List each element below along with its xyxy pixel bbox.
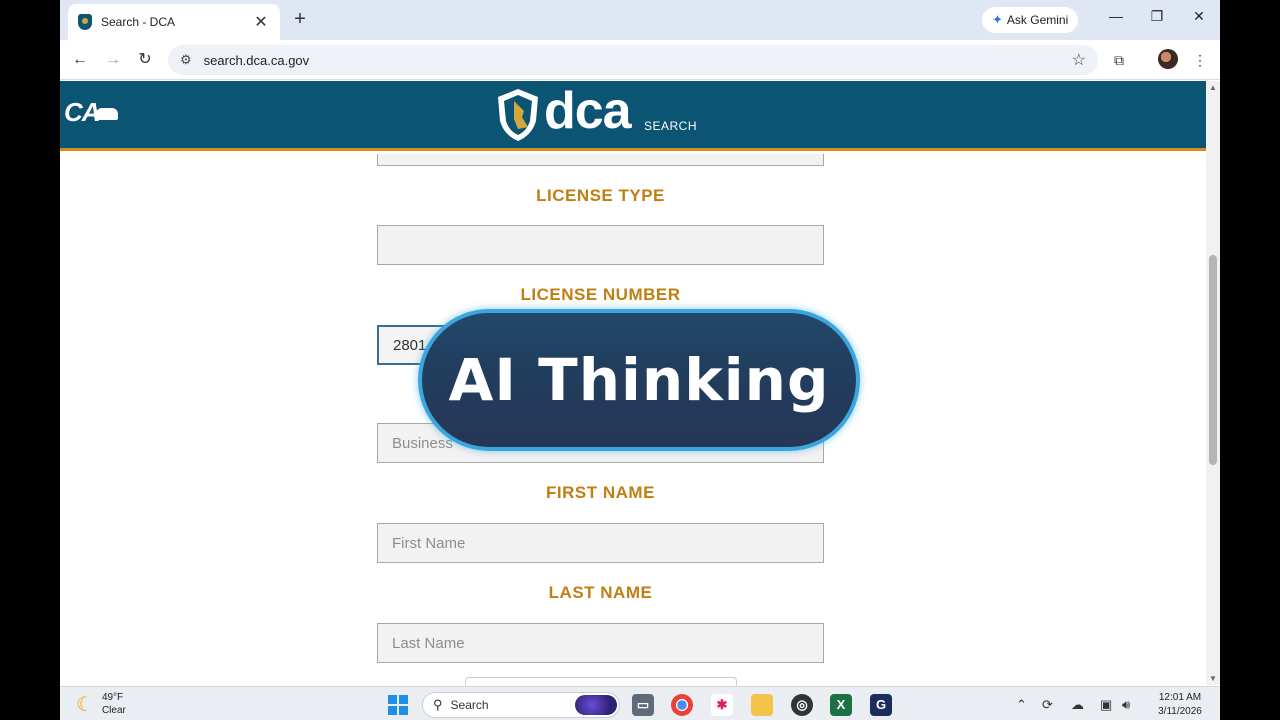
browser-toolbar: ← → ↻ ⚙ search.dca.ca.gov ☆ ⧉ ⋮	[60, 40, 1220, 80]
minimize-button[interactable]: —	[1104, 8, 1128, 24]
taskbar-search-label: Search	[450, 698, 489, 712]
network-icon[interactable]: ▣	[1100, 697, 1112, 713]
tab-title: Search - DCA	[101, 15, 176, 29]
ai-thinking-text: AI Thinking	[448, 346, 830, 414]
tray-chevron-up-icon[interactable]: ⌃	[1016, 697, 1027, 713]
site-settings-icon[interactable]: ⚙	[180, 52, 192, 68]
tab-close-icon[interactable]: ✕	[252, 12, 270, 32]
bear-icon	[95, 108, 118, 121]
scroll-down-icon[interactable]: ▼	[1209, 674, 1217, 683]
dca-shield-icon	[498, 89, 538, 141]
lens-search-icon[interactable]: ⧉	[1107, 48, 1131, 72]
ca-gov-logo[interactable]: CA	[64, 97, 118, 128]
dca-search-logo[interactable]: dca SEARCH	[494, 83, 714, 147]
first-name-label: FIRST NAME	[546, 483, 655, 502]
moon-icon: ☾	[76, 693, 94, 716]
clock-time: 12:01 AM	[1158, 692, 1202, 703]
dca-subtitle: SEARCH	[644, 119, 698, 133]
windows-start-icon[interactable]	[388, 695, 408, 715]
search-highlight-icon	[575, 695, 617, 715]
ask-gemini-button[interactable]: ✦ Ask Gemini	[982, 7, 1079, 33]
reload-icon[interactable]: ↻	[133, 48, 157, 72]
dca-wordmark: dca	[544, 82, 632, 140]
ai-thinking-overlay: AI Thinking	[418, 309, 860, 451]
folder-app-icon[interactable]	[751, 694, 773, 716]
close-window-button[interactable]: ✕	[1187, 8, 1211, 25]
file-explorer-app-icon[interactable]: ▭	[632, 694, 654, 716]
dca-header-bar: CA dca SEARCH	[60, 81, 1206, 151]
system-clock[interactable]: 12:01 AM 3/11/2026	[1150, 691, 1210, 719]
page-scrollbar[interactable]: ▲ ▼	[1206, 81, 1220, 685]
cloud-icon[interactable]: ☁	[1071, 697, 1084, 713]
scroll-up-icon[interactable]: ▲	[1209, 83, 1217, 92]
weather-widget[interactable]: ☾ 49°F Clear	[76, 691, 126, 717]
license-number-label: LICENSE NUMBER	[520, 285, 681, 304]
ca-logo-text: CA	[64, 97, 101, 127]
sync-icon[interactable]: ⟳	[1042, 697, 1053, 713]
restore-button[interactable]: ❐	[1145, 8, 1169, 25]
chrome-app-icon[interactable]	[671, 694, 693, 716]
volume-icon[interactable]: 🔊︎	[1122, 697, 1130, 713]
browser-tab[interactable]: Search - DCA ✕	[68, 4, 280, 40]
bookmark-star-icon[interactable]: ☆	[1072, 50, 1086, 70]
taskbar-search-box[interactable]: ⚲ Search	[422, 692, 620, 718]
kebab-menu-icon[interactable]: ⋮	[1188, 48, 1212, 72]
scrollbar-thumb[interactable]	[1209, 255, 1217, 465]
temperature-text: 49°F	[101, 692, 124, 703]
clock-date: 3/11/2026	[1158, 706, 1202, 717]
license-type-label: LICENSE TYPE	[536, 186, 665, 205]
search-submit-button[interactable]	[465, 677, 737, 686]
last-name-label: LAST NAME	[548, 583, 653, 602]
license-type-select[interactable]	[377, 225, 824, 265]
first-name-input[interactable]: First Name	[377, 523, 824, 563]
back-arrow-icon[interactable]: ←	[68, 48, 92, 72]
last-name-input[interactable]: Last Name	[377, 623, 824, 663]
url-text[interactable]: search.dca.ca.gov	[204, 53, 1072, 68]
previous-field-input[interactable]	[377, 154, 824, 166]
obs-app-icon[interactable]: ◎	[791, 694, 813, 716]
ask-gemini-label: Ask Gemini	[1006, 13, 1069, 27]
slack-app-icon[interactable]: ✱	[711, 694, 733, 716]
g-app-icon[interactable]: G	[870, 694, 892, 716]
new-tab-button[interactable]: +	[288, 8, 312, 32]
address-bar[interactable]: ⚙ search.dca.ca.gov ☆	[168, 45, 1098, 75]
forward-arrow-icon[interactable]: →	[101, 48, 125, 72]
browser-window: Search - DCA ✕ + ✦ Ask Gemini — ❐ ✕ ← → …	[60, 0, 1220, 720]
profile-avatar[interactable]	[1158, 49, 1178, 69]
tab-strip: Search - DCA ✕ + ✦ Ask Gemini — ❐ ✕	[60, 0, 1220, 40]
gemini-sparkle-icon: ✦	[992, 12, 1003, 27]
excel-app-icon[interactable]: X	[830, 694, 852, 716]
dca-favicon-icon	[78, 14, 92, 30]
windows-taskbar: ☾ 49°F Clear ⚲ Search ▭ ✱ ◎ X G ⌃ ⟳ ☁ ▣ …	[60, 686, 1220, 720]
weather-condition-text: Clear	[101, 705, 126, 716]
search-icon: ⚲	[433, 697, 443, 712]
